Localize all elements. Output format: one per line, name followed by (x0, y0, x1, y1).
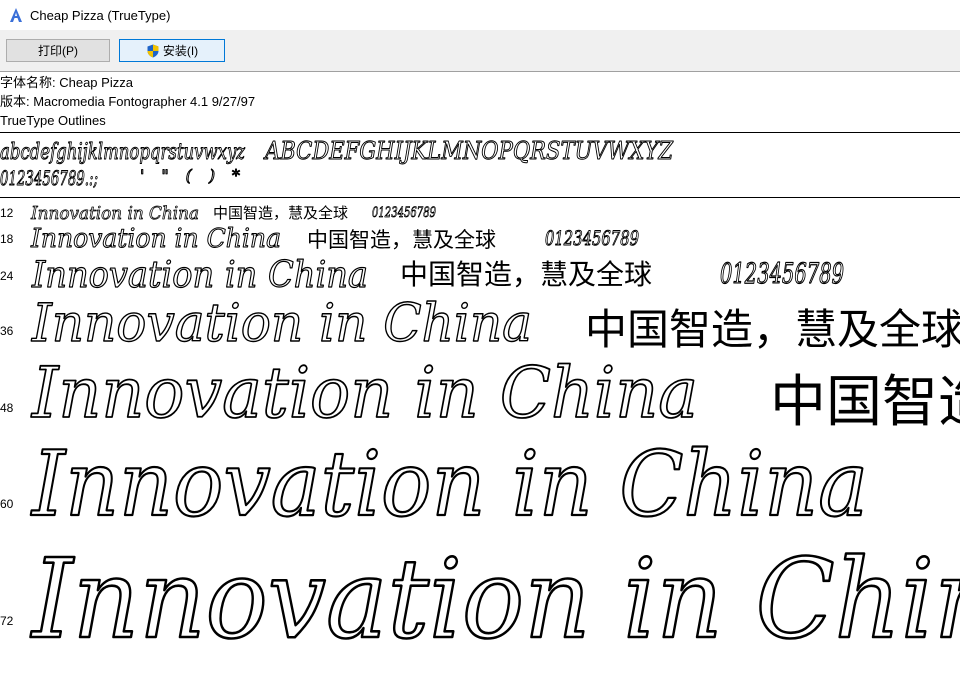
sample-latin-text: Innovation in China (31, 255, 368, 296)
charset-symbols: ' " ( ) * (140, 166, 240, 185)
sample-row-18: 18 Innovation in China 中国智造，慧及全球 0123456… (0, 221, 960, 255)
sample-latin-text: Innovation in China (31, 294, 532, 354)
charset-digits: 0123456789.:; (0, 166, 98, 190)
sample-cjk-text: 中国智造，慧及全球 (213, 204, 349, 222)
sample-digits-text: 0123456789 (372, 205, 436, 221)
sample-cjk-text: 中国智造，慧及全球 (585, 305, 960, 354)
charset-uppercase: ABCDEFGHIJKLMNOPQRSTUVWXYZ (263, 137, 674, 165)
sample-size-label: 12 (0, 206, 14, 220)
sample-row-60: 60 Innovation in China (0, 431, 960, 538)
sample-size-label: 36 (0, 324, 14, 338)
font-outline-type: TrueType Outlines (0, 113, 106, 128)
sample-size-label: 18 (0, 232, 14, 246)
sample-size-label: 60 (0, 497, 14, 511)
sample-size-label: 48 (0, 401, 14, 415)
sample-row-24: 24 Innovation in China 中国智造，慧及全球 0123456… (0, 251, 960, 296)
info-separator (0, 132, 960, 133)
charset-preview: abcdefghijklmnopqrstuvwxyz ABCDEFGHIJKLM… (0, 134, 960, 196)
sample-row-36: 36 Innovation in China 中国智造，慧及全球 (0, 291, 960, 357)
size-samples: 12 Innovation in China 中国智造，慧及全球 0123456… (0, 199, 960, 700)
print-button[interactable]: 打印(P) (6, 39, 110, 62)
sample-cjk-text: 中国智造，慧及全球 (307, 228, 496, 252)
font-viewer-icon (10, 8, 22, 22)
sample-cjk-text: 中国智造，慧及全球 (400, 258, 653, 291)
font-version-line: 版本: Macromedia Fontographer 4.1 9/27/97 (0, 94, 256, 109)
sample-size-label: 24 (0, 269, 14, 283)
print-button-label: 打印(P) (38, 44, 78, 58)
font-name-line: 字体名称: Cheap Pizza (0, 75, 133, 90)
sample-latin-text: Innovation in China (30, 432, 868, 537)
sample-row-72: 72 Innovation in China (0, 529, 960, 665)
charset-separator (0, 197, 960, 198)
charset-lowercase: abcdefghijklmnopqrstuvwxyz (0, 140, 245, 165)
sample-latin-text: Innovation in China (30, 535, 960, 663)
window-title: Cheap Pizza (TrueType) (30, 7, 171, 23)
install-button-label: 安装(I) (162, 44, 199, 58)
sample-latin-text: Innovation in China (30, 352, 698, 434)
sample-row-48: 48 Innovation in China 中国智造 (0, 351, 960, 435)
sample-cjk-text: 中国智造 (770, 370, 960, 435)
sample-digits-text: 0123456789 (545, 226, 639, 250)
sample-latin-text: Innovation in China (30, 224, 281, 254)
toolbar: 打印(P) 安装(I) (0, 30, 960, 72)
font-info: 字体名称: Cheap Pizza 版本: Macromedia Fontogr… (0, 73, 255, 130)
uac-shield-icon (147, 44, 159, 57)
title-bar: Cheap Pizza (TrueType) (0, 0, 960, 30)
sample-digits-text: 0123456789 (720, 257, 844, 290)
install-button[interactable]: 安装(I) (119, 39, 225, 62)
sample-size-label: 72 (0, 614, 14, 628)
